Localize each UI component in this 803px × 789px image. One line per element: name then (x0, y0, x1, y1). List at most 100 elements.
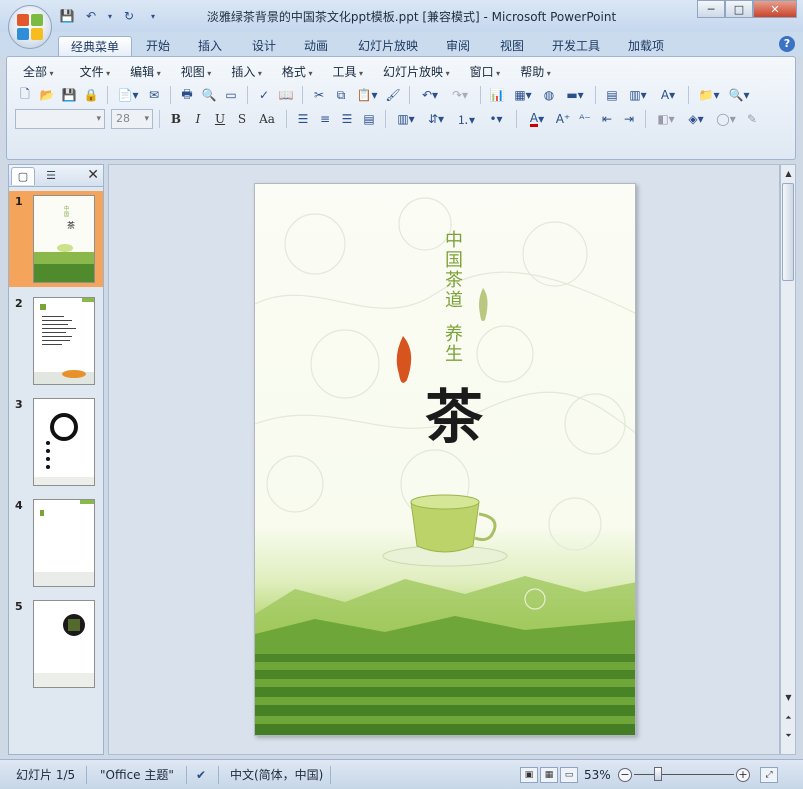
tab-developer[interactable]: 开发工具 (540, 36, 612, 56)
layout-icon[interactable]: ▥▾ (624, 85, 652, 105)
menu-edit[interactable]: 编辑 (122, 63, 169, 81)
research-icon[interactable]: 📖 (276, 85, 296, 105)
text-direction-icon[interactable]: ⇵▾ (422, 109, 450, 129)
tab-view[interactable]: 视图 (488, 36, 536, 56)
menu-window[interactable]: 窗口 (462, 63, 509, 81)
permission-icon[interactable]: 🔒 (81, 85, 101, 105)
shape-outline-icon[interactable]: ✎ (742, 109, 762, 129)
chart-icon[interactable]: 📊 (487, 85, 507, 105)
zoom-slider-track[interactable] (634, 774, 734, 775)
slide-thumbnail[interactable] (33, 398, 95, 486)
save-icon[interactable]: 💾 (59, 85, 79, 105)
menu-view[interactable]: 视图 (173, 63, 220, 81)
clipart-icon[interactable]: ◍ (539, 85, 559, 105)
font-size-combo[interactable]: 28 (111, 109, 153, 129)
previous-slide-icon[interactable]: ⏶ (782, 711, 795, 725)
quick-styles-icon[interactable]: ◈▾ (682, 109, 710, 129)
undo-icon[interactable]: ↶▾ (416, 85, 444, 105)
email-icon[interactable]: ✉ (144, 85, 164, 105)
tab-review[interactable]: 审阅 (434, 36, 482, 56)
zoom-level[interactable]: 53% (584, 765, 611, 785)
slide-thumbnail[interactable] (33, 297, 95, 385)
bold-button[interactable]: B (166, 109, 186, 129)
menu-slideshow[interactable]: 幻灯片放映 (375, 63, 458, 81)
textbox-icon[interactable]: A▾ (654, 85, 682, 105)
folder-icon[interactable]: 📁▾ (695, 85, 723, 105)
slides-tab-icon[interactable]: ▢ (11, 167, 35, 185)
window-icon[interactable]: ▭ (221, 85, 241, 105)
slide-thumbnail[interactable]: 中 国 茶 (33, 195, 95, 283)
new-slide-icon[interactable]: ▤ (602, 85, 622, 105)
underline-button[interactable]: U (210, 109, 230, 129)
justify-icon[interactable]: ▤ (359, 109, 379, 129)
print-icon[interactable]: 🖶 (177, 85, 197, 105)
menu-insert[interactable]: 插入 (223, 63, 270, 81)
tab-insert[interactable]: 插入 (186, 36, 234, 56)
numbering-icon[interactable]: ⒈▾ (452, 109, 480, 129)
zoom-slider-knob[interactable] (654, 767, 662, 781)
align-right-icon[interactable]: ☰ (337, 109, 357, 129)
shadow-button[interactable]: S (232, 109, 252, 129)
shrink-font-icon[interactable]: ᴬ⁻ (575, 109, 595, 129)
format-painter-icon[interactable]: 🖌 (383, 85, 403, 105)
menu-help[interactable]: 帮助 (512, 63, 559, 81)
align-center-icon[interactable]: ≡ (315, 109, 335, 129)
spelling-check-icon[interactable]: ✔ (196, 765, 206, 785)
maximize-button[interactable]: □ (725, 0, 753, 18)
current-slide[interactable]: 中国茶道 养生 茶 (254, 183, 636, 736)
shape-fill-icon[interactable]: ◯▾ (712, 109, 740, 129)
borders-icon[interactable]: ▬▾ (561, 85, 589, 105)
export-pdf-icon[interactable]: 📄▾ (114, 85, 142, 105)
new-icon[interactable]: 🗋 (15, 85, 35, 105)
table-icon[interactable]: ▦▾ (509, 85, 537, 105)
help-icon[interactable]: ? (779, 36, 795, 52)
next-slide-icon[interactable]: ⏷ (782, 729, 795, 743)
fit-to-window-icon[interactable]: ⤢ (760, 767, 778, 783)
minimize-button[interactable]: ─ (697, 0, 725, 18)
close-pane-icon[interactable]: ✕ (87, 167, 99, 183)
scroll-up-icon[interactable]: ▲ (782, 167, 795, 181)
scrollbar-thumb[interactable] (782, 183, 794, 281)
slide-thumbnail[interactable] (33, 600, 95, 688)
slide-thumbnail-row[interactable]: 4 (9, 495, 103, 591)
cut-icon[interactable]: ✂ (309, 85, 329, 105)
tab-design[interactable]: 设计 (240, 36, 288, 56)
slide-thumbnail-row[interactable]: 1 中 国 茶 (9, 191, 103, 287)
slide-thumbnail[interactable] (33, 499, 95, 587)
menu-file[interactable]: 文件 (72, 63, 119, 81)
office-button[interactable] (8, 5, 52, 49)
close-button[interactable]: ✕ (753, 0, 797, 18)
align-left-icon[interactable]: ☰ (293, 109, 313, 129)
tab-home[interactable]: 开始 (134, 36, 182, 56)
vertical-scrollbar[interactable]: ▲ ▼ ⏶ ⏷ (780, 164, 796, 755)
grow-font-icon[interactable]: A⁺ (553, 109, 573, 129)
slide-calligraphy-char[interactable]: 茶 (425, 370, 483, 454)
language-indicator[interactable]: 中文(简体，中国) (230, 765, 323, 785)
font-name-combo[interactable] (15, 109, 105, 129)
scroll-down-icon[interactable]: ▼ (782, 691, 795, 705)
bullets-icon[interactable]: •▾ (482, 109, 510, 129)
slide-vertical-title[interactable]: 中国茶道 (439, 230, 465, 310)
arrange-icon[interactable]: ◧▾ (652, 109, 680, 129)
tab-slideshow[interactable]: 幻灯片放映 (346, 36, 430, 56)
slideshow-view-icon[interactable]: ▭ (560, 767, 578, 783)
outline-tab-icon[interactable]: ☰ (39, 167, 63, 185)
copy-icon[interactable]: ⧉ (331, 85, 351, 105)
normal-view-icon[interactable]: ▣ (520, 767, 538, 783)
increase-indent-icon[interactable]: ⇥ (619, 109, 639, 129)
open-icon[interactable]: 📂 (37, 85, 57, 105)
menu-tools[interactable]: 工具 (324, 63, 371, 81)
menu-format[interactable]: 格式 (274, 63, 321, 81)
decrease-indent-icon[interactable]: ⇤ (597, 109, 617, 129)
print-preview-icon[interactable]: 🔍 (199, 85, 219, 105)
tab-classic-menu[interactable]: 经典菜单 (58, 36, 133, 56)
slide-sorter-icon[interactable]: ▦ (540, 767, 558, 783)
tab-addins[interactable]: 加载项 (616, 36, 676, 56)
paste-icon[interactable]: 📋▾ (353, 85, 381, 105)
zoom-out-icon[interactable]: − (618, 768, 632, 782)
columns-icon[interactable]: ▥▾ (392, 109, 420, 129)
slide-vertical-subtitle[interactable]: 养生 (439, 324, 465, 364)
italic-button[interactable]: I (188, 109, 208, 129)
menu-all[interactable]: 全部 (15, 63, 62, 81)
slide-thumbnail-row[interactable]: 3 (9, 394, 103, 490)
